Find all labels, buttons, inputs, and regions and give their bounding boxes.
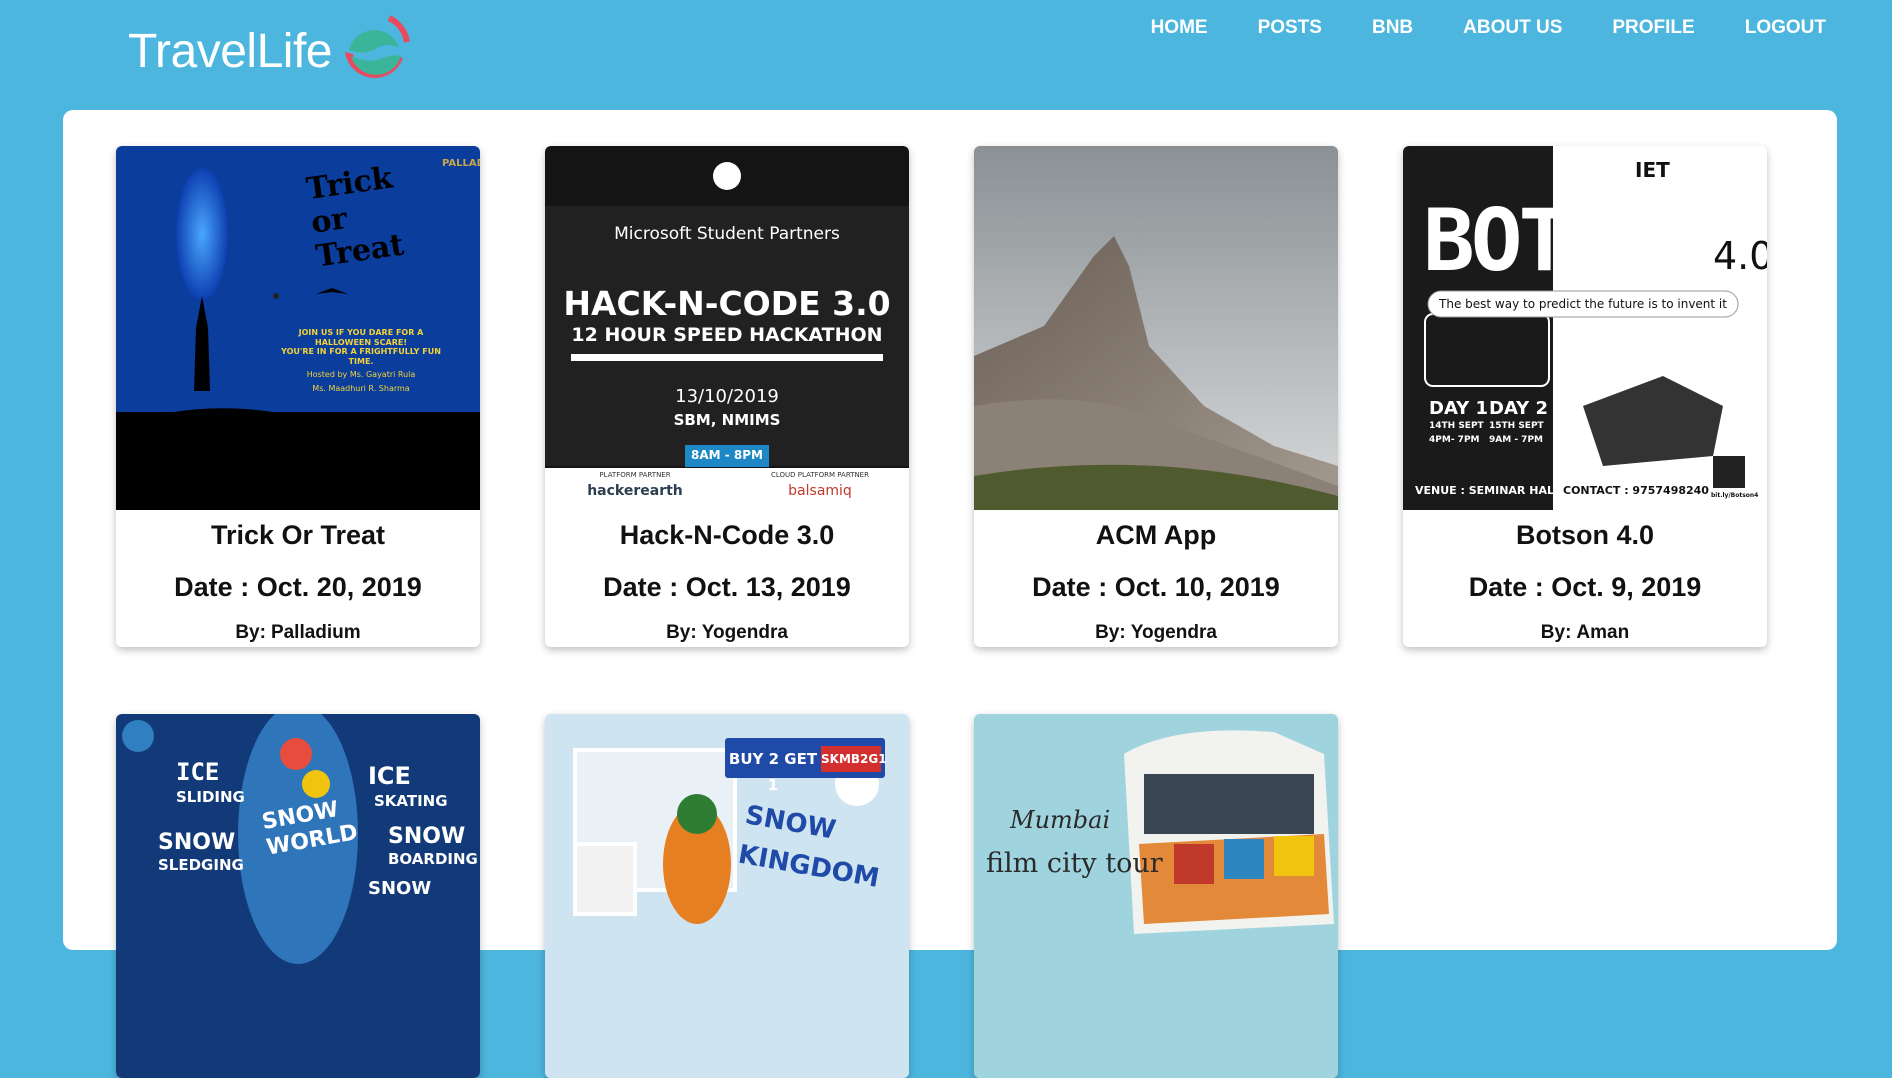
poster-line: film city tour xyxy=(986,848,1163,879)
post-author-line: By: Palladium xyxy=(116,621,480,647)
poster-partner: hackerearth xyxy=(587,483,683,499)
post-author-prefix: By: xyxy=(1540,622,1572,643)
poster-line: Mumbai xyxy=(1010,806,1111,834)
film-city-photo-graphic xyxy=(974,714,1338,1078)
nav-profile-link[interactable]: PROFILE xyxy=(1612,14,1694,42)
poster-code: SKMB2G1 xyxy=(821,746,887,772)
post-card[interactable]: Trick or Treat PALLADIUM JOIN US IF YOU … xyxy=(116,146,480,647)
poster-partner-label: PLATFORM PARTNER xyxy=(599,471,671,479)
poster-date: 13/10/2019 xyxy=(675,386,779,407)
post-date: Date : Oct. 9, 2019 xyxy=(1468,572,1702,602)
post-image-snow-kingdom[interactable]: BUY 2 GET 1 SKMB2G1 SNOW KINGDOM xyxy=(545,714,909,1078)
post-title[interactable]: Botson 4.0 xyxy=(1403,518,1767,552)
post-date: Date : Oct. 20, 2019 xyxy=(174,572,422,602)
post-image-film-city[interactable]: Mumbai film city tour xyxy=(974,714,1338,1078)
poster-word: SNOW xyxy=(158,830,236,855)
brand-logo-text[interactable]: TravelLife xyxy=(128,22,332,82)
poster-brand: PALLADIUM xyxy=(442,158,480,169)
post-author-line: By: Aman xyxy=(1403,621,1767,647)
poster-day: DAY 2 xyxy=(1489,398,1548,419)
poster-link: bit.ly/Botson4 xyxy=(1711,492,1759,499)
post-date: Date : Oct. 10, 2019 xyxy=(1032,572,1280,602)
poster-word: ICE xyxy=(368,762,411,790)
post-author-line: By: Yogendra xyxy=(545,621,909,647)
poster-contact: CONTACT : 9757498240 xyxy=(1563,484,1709,497)
post-card[interactable]: BUY 2 GET 1 SKMB2G1 SNOW KINGDOM xyxy=(545,714,909,1078)
nav-logout-link[interactable]: LOGOUT xyxy=(1745,14,1826,42)
post-card[interactable]: Microsoft Student Partners HACK-N-CODE 3… xyxy=(545,146,909,647)
post-image-mountain[interactable] xyxy=(974,146,1338,510)
poster-venue: VENUE : SEMINAR HALL 6 xyxy=(1415,484,1573,497)
post-image-snow-world[interactable]: ICE SLIDING ICE SKATING SNOW SLEDGING SN… xyxy=(116,714,480,1078)
poster-headline: HACK-N-CODE 3.0 xyxy=(563,284,891,323)
post-author: Palladium xyxy=(270,622,361,643)
post-card[interactable]: Mumbai film city tour xyxy=(974,714,1338,1078)
nav-about-link[interactable]: ABOUT US xyxy=(1463,14,1562,42)
poster-sub: 12 HOUR SPEED HACKATHON xyxy=(571,324,883,346)
mountain-photo-graphic xyxy=(974,146,1338,510)
poster-headline: Trick or Treat xyxy=(304,160,407,275)
poster-word: SLIDING xyxy=(176,788,245,806)
poster-word: SKATING xyxy=(374,792,448,810)
post-title[interactable]: Hack-N-Code 3.0 xyxy=(545,518,909,552)
poster-offer: BUY 2 GET 1 xyxy=(728,746,818,794)
posts-panel: Trick or Treat PALLADIUM JOIN US IF YOU … xyxy=(63,110,1837,1078)
poster-org: IET xyxy=(1635,158,1670,182)
poster-word: BOARDING xyxy=(388,850,478,868)
poster-line: Ms. Maadhuri R. Sharma xyxy=(312,384,410,393)
post-title[interactable]: Trick Or Treat xyxy=(116,518,480,552)
poster-org: Microsoft Student Partners xyxy=(614,224,840,244)
post-author-line: By: Yogendra xyxy=(974,621,1338,647)
poster-line: JOIN US IF YOU DARE FOR A HALLOWEEN SCAR… xyxy=(298,328,424,347)
poster-day-time: 4PM- 7PM xyxy=(1429,435,1480,445)
post-card[interactable]: BOTSON 4.0 The best way to predict the f… xyxy=(1403,146,1767,647)
poster-day-time: 9AM - 7PM xyxy=(1489,435,1543,445)
poster-word: ICE xyxy=(176,758,220,786)
poster-line: Hosted by Ms. Gayatri Rula xyxy=(306,370,416,379)
logo-icon[interactable] xyxy=(337,12,412,90)
nav-posts-link[interactable]: POSTS xyxy=(1258,14,1322,42)
poster-venue: SBM, NMIMS xyxy=(673,411,781,429)
post-author: Aman xyxy=(1576,622,1630,643)
post-image-halloween[interactable]: Trick or Treat PALLADIUM JOIN US IF YOU … xyxy=(116,146,480,510)
nav-home-link[interactable]: HOME xyxy=(1151,14,1208,42)
post-author-prefix: By: xyxy=(666,622,697,643)
poster-headline: BOTSON xyxy=(1423,191,1714,291)
post-author: Yogendra xyxy=(1130,622,1217,643)
poster-day-date: 14TH SEPT xyxy=(1429,421,1484,431)
post-card[interactable]: ACM App Date : Oct. 10, 2019 By: Yogendra xyxy=(974,146,1338,647)
post-card[interactable]: ICE SLIDING ICE SKATING SNOW SLEDGING SN… xyxy=(116,714,480,1078)
navbar: TravelLife HOME POSTS BNB ABOUT US PROFI… xyxy=(0,0,1892,110)
poster-word: SNOW xyxy=(388,824,466,849)
poster-partner-label: CLOUD PLATFORM PARTNER xyxy=(771,471,869,479)
poster-line: YOU'RE IN FOR A FRIGHTFULLY FUN TIME. xyxy=(281,347,441,366)
post-author-prefix: By: xyxy=(235,622,266,643)
poster-day-date: 15TH SEPT xyxy=(1489,421,1544,431)
nav-bnb-link[interactable]: BNB xyxy=(1372,14,1413,42)
post-date: Date : Oct. 13, 2019 xyxy=(603,572,851,602)
poster-time: 8AM - 8PM xyxy=(691,448,763,462)
poster-word: SLEDGING xyxy=(158,856,244,874)
poster-version: 4.0 xyxy=(1713,234,1767,278)
post-image-botson[interactable]: BOTSON 4.0 The best way to predict the f… xyxy=(1403,146,1767,510)
main-nav: HOME POSTS BNB ABOUT US PROFILE LOGOUT xyxy=(1151,14,1826,42)
post-author: Yogendra xyxy=(701,622,788,643)
poster-partner: balsamiq xyxy=(788,483,852,499)
post-author-prefix: By: xyxy=(1095,622,1126,643)
poster-day: DAY 1 xyxy=(1429,398,1488,419)
post-title[interactable]: ACM App xyxy=(974,518,1338,552)
post-image-hackathon[interactable]: Microsoft Student Partners HACK-N-CODE 3… xyxy=(545,146,909,510)
poster-word: SNOW xyxy=(368,878,432,899)
poster-tagline: The best way to predict the future is to… xyxy=(1439,297,1727,311)
